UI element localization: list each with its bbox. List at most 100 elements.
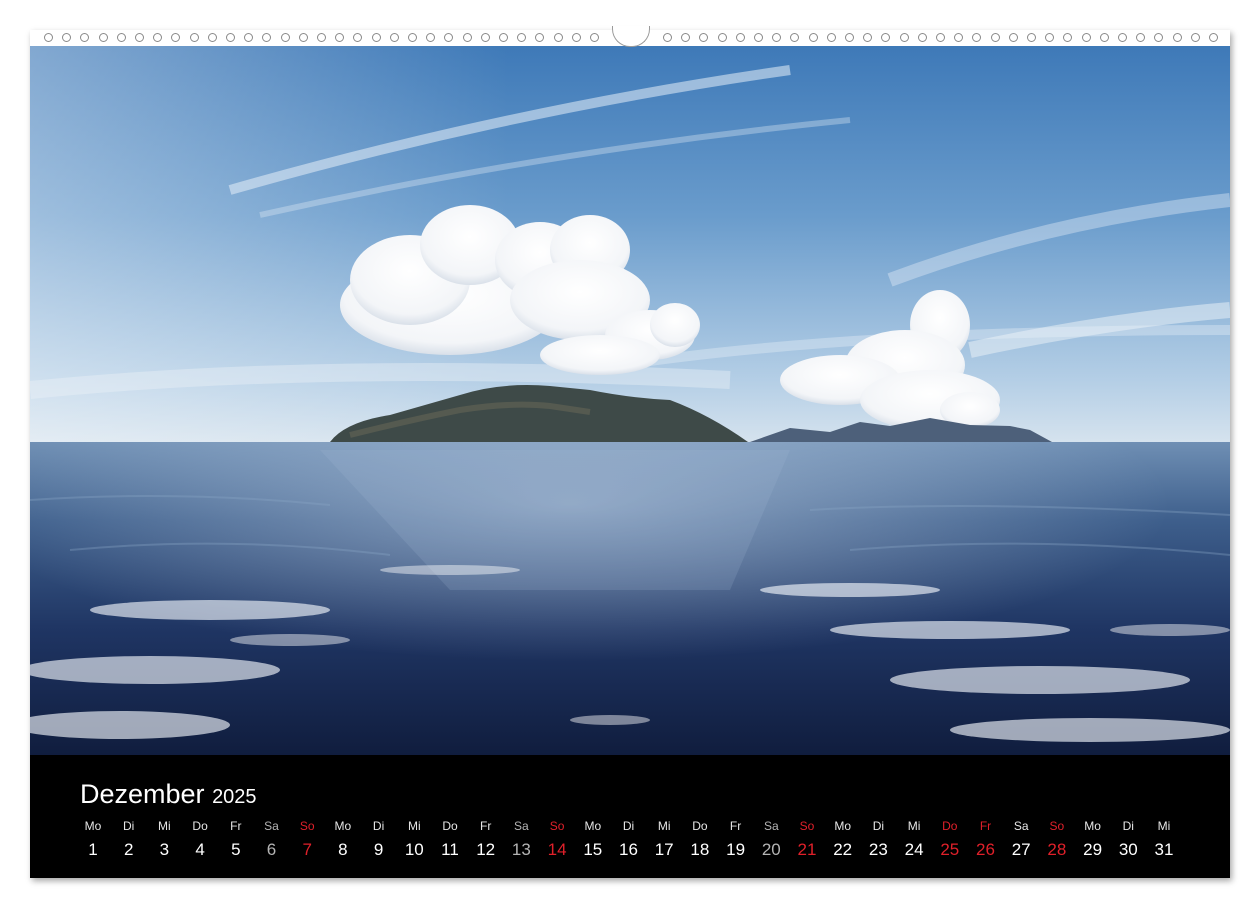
binding-ring — [936, 33, 945, 42]
weekday-label: Sa — [1013, 819, 1029, 833]
month-name: Dezember — [80, 779, 205, 809]
binding-ring — [1136, 33, 1146, 42]
day-number: 28 — [1047, 840, 1067, 859]
binding-ring — [754, 33, 763, 42]
weekday-label: Mi — [158, 819, 171, 833]
binding-ring — [808, 33, 818, 42]
day-number: 7 — [302, 840, 312, 859]
weekday-label: Do — [442, 819, 458, 833]
binding-ring — [717, 33, 727, 42]
weekday-label: Do — [192, 819, 208, 833]
binding-ring — [1172, 33, 1182, 42]
day-number: 5 — [231, 840, 241, 859]
binding-ring — [663, 33, 672, 42]
binding-ring — [1063, 33, 1073, 42]
binding-ring — [899, 33, 909, 42]
weekday-label: Do — [692, 819, 708, 833]
binding-ring — [462, 33, 472, 42]
binding-ring — [207, 33, 217, 42]
binding-ring — [1081, 33, 1091, 42]
binding-ring — [1045, 33, 1055, 42]
binding-ring — [535, 33, 545, 42]
weekday-label: Di — [872, 819, 885, 833]
weekday-label: So — [1049, 819, 1065, 833]
day-number: 22 — [833, 840, 853, 859]
weekday-label: Mo — [84, 819, 102, 833]
day-number: 12 — [476, 840, 496, 859]
weekday-label: Do — [942, 819, 958, 833]
binding-ring — [335, 33, 345, 42]
day-number: 31 — [1154, 840, 1174, 859]
weekday-label: Mi — [907, 819, 921, 833]
weekday-label: Sa — [514, 819, 529, 833]
binding-ring — [826, 33, 836, 42]
day-number: 21 — [797, 840, 817, 859]
weekday-label: Mo — [334, 819, 352, 833]
binding-ring — [972, 33, 982, 42]
day-number: 10 — [404, 840, 424, 859]
weekday-label: So — [799, 819, 815, 833]
binding-ring — [44, 33, 53, 42]
binding-ring — [389, 33, 399, 42]
month-title: Dezember 2025 — [80, 779, 257, 810]
binding-ring — [171, 33, 181, 42]
binding-ring — [298, 33, 308, 42]
binding-ring — [262, 33, 272, 42]
day-number: 4 — [195, 840, 205, 859]
weekday-label: Di — [123, 819, 135, 833]
day-number: 25 — [940, 840, 960, 859]
binding-ring — [735, 33, 745, 42]
binding-ring — [480, 33, 490, 42]
binding-ring — [244, 33, 254, 42]
weekday-label: Di — [372, 819, 385, 833]
weekday-label: Sa — [763, 819, 779, 833]
binding-ring — [98, 33, 108, 42]
binding-rings — [30, 26, 1230, 47]
binding-ring — [80, 33, 90, 42]
day-number: 14 — [547, 840, 567, 859]
calendar-strip: Dezember 2025 Mo 1 Di 2 Mi 3 Do 4 Fr 5 Sa 6 So 7 Mo 8 Di… — [30, 755, 1230, 878]
day-number: 27 — [1011, 840, 1031, 859]
binding-ring — [590, 33, 599, 42]
day-number: 8 — [338, 840, 348, 859]
day-number: 1 — [88, 840, 98, 859]
weekday-label: Mi — [1157, 819, 1171, 833]
weekday-label: Di — [1122, 819, 1134, 833]
weekday-label: So — [299, 819, 315, 833]
day-number: 18 — [690, 840, 710, 859]
day-number: 16 — [619, 840, 638, 859]
binding-ring — [954, 33, 964, 42]
weekday-label: Fr — [230, 819, 242, 833]
binding-ring — [1027, 33, 1036, 42]
binding-ring — [153, 33, 163, 42]
binding-ring — [353, 33, 363, 42]
binding-ring — [1209, 33, 1218, 42]
binding-ring — [571, 33, 581, 42]
binding-ring — [1190, 33, 1200, 42]
binding-ring — [408, 33, 417, 42]
binding-ring — [845, 33, 854, 42]
binding-ring — [280, 33, 290, 42]
binding-ring — [917, 33, 927, 42]
weekday-label: Fr — [480, 819, 492, 833]
weekday-label: Mo — [584, 819, 602, 833]
day-number: 29 — [1083, 840, 1103, 859]
day-number: 23 — [868, 840, 888, 859]
landscape-photo — [30, 30, 1230, 755]
island-sea-image — [30, 30, 1230, 755]
binding-ring — [553, 33, 563, 42]
day-number: 20 — [761, 840, 781, 859]
day-number: 30 — [1118, 840, 1138, 859]
calendar-hanger-hook — [612, 26, 650, 47]
weekday-label: Mo — [1084, 819, 1101, 833]
day-number: 2 — [123, 840, 134, 859]
binding-ring — [863, 33, 873, 42]
binding-ring — [681, 33, 691, 42]
day-number: 17 — [654, 840, 674, 859]
binding-ring — [226, 33, 235, 42]
binding-ring — [499, 33, 508, 42]
weekday-label: Fr — [979, 819, 992, 833]
day-number: 9 — [373, 840, 384, 859]
weekday-label: Fr — [729, 819, 742, 833]
weekday-label: Mi — [657, 819, 671, 833]
